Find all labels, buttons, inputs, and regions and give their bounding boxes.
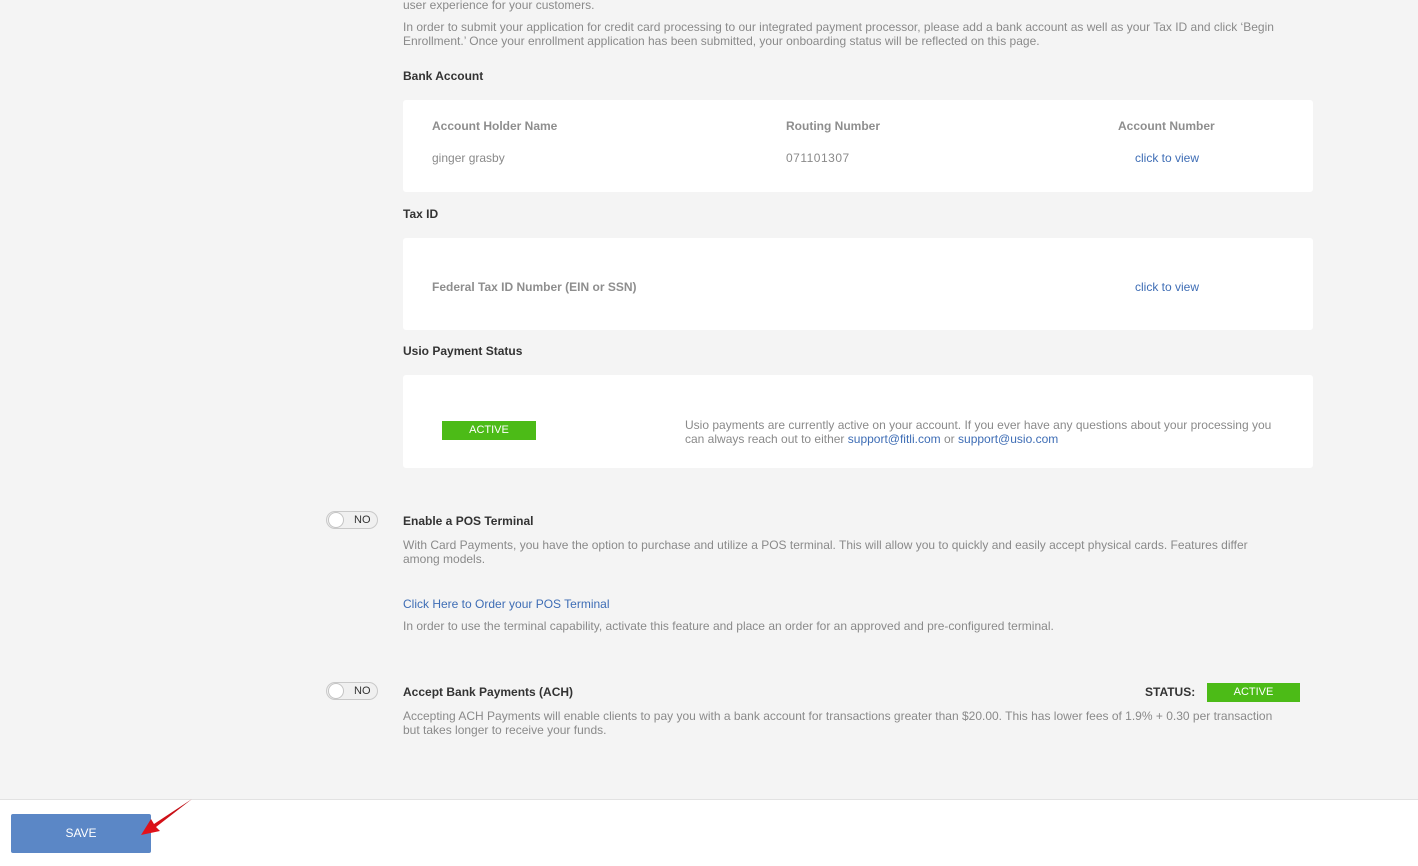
support-fitli-email-link[interactable]: support@fitli.com (848, 432, 941, 446)
ach-status-label: STATUS: (1145, 685, 1196, 699)
routing-number-header: Routing Number (786, 119, 880, 133)
save-button[interactable]: SAVE (11, 814, 151, 853)
toggle-knob (328, 683, 344, 699)
account-number-view-link[interactable]: click to view (1135, 151, 1199, 165)
ach-toggle-label: NO (354, 685, 371, 697)
support-usio-email-link[interactable]: support@usio.com (958, 432, 1058, 446)
usio-status-card: ACTIVE Usio payments are currently activ… (403, 375, 1313, 468)
account-holder-header: Account Holder Name (432, 119, 558, 133)
ach-status-badge: ACTIVE (1207, 683, 1300, 702)
usio-status-message: Usio payments are currently active on yo… (685, 418, 1290, 446)
usio-status-badge: ACTIVE (442, 421, 536, 440)
pos-terminal-note: In order to use the terminal capability,… (403, 619, 1054, 633)
red-arrow-icon (141, 799, 192, 835)
intro-fragment: user experience for your customers. (403, 0, 595, 12)
bank-account-card: Account Holder Name Routing Number Accou… (403, 100, 1313, 192)
usio-status-heading: Usio Payment Status (403, 344, 523, 358)
or-text: or (944, 432, 955, 446)
pos-terminal-heading: Enable a POS Terminal (403, 514, 534, 528)
pos-terminal-description: With Card Payments, you have the option … (403, 538, 1248, 566)
tax-id-label: Federal Tax ID Number (EIN or SSN) (432, 280, 637, 294)
enrollment-instructions: In order to submit your application for … (403, 20, 1274, 48)
tax-id-view-link[interactable]: click to view (1135, 280, 1199, 294)
toggle-knob (328, 512, 344, 528)
ach-description: Accepting ACH Payments will enable clien… (403, 709, 1273, 737)
bank-account-heading: Bank Account (403, 69, 484, 83)
footer-bar (0, 799, 1418, 866)
pos-toggle-label: NO (354, 514, 371, 526)
pos-terminal-toggle[interactable]: NO (326, 511, 378, 529)
tax-id-heading: Tax ID (403, 207, 439, 221)
account-number-header: Account Number (1118, 119, 1215, 133)
tax-id-card: Federal Tax ID Number (EIN or SSN) click… (403, 238, 1313, 330)
order-pos-terminal-link[interactable]: Click Here to Order your POS Terminal (403, 597, 610, 611)
ach-heading: Accept Bank Payments (ACH) (403, 685, 574, 699)
routing-number-value: 071101307 (786, 151, 850, 165)
account-holder-value: ginger grasby (432, 151, 505, 165)
ach-toggle[interactable]: NO (326, 682, 378, 700)
